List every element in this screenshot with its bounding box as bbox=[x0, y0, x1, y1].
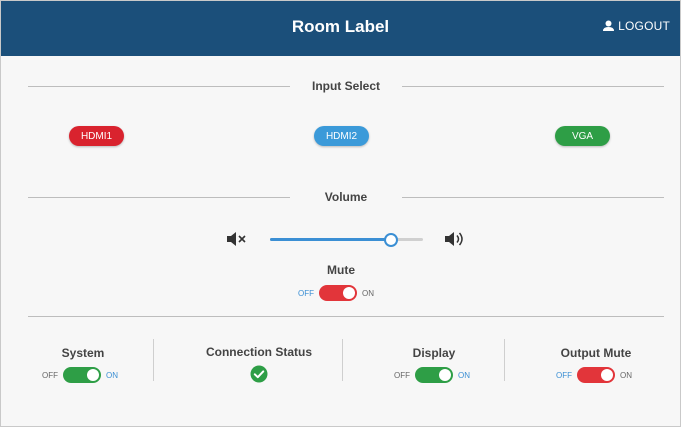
app-window: Room Label LOGOUT Input Select HDMI1 HDM… bbox=[0, 0, 681, 427]
system-toggle-knob bbox=[87, 369, 99, 381]
user-icon bbox=[603, 20, 615, 31]
mute-off-label: OFF bbox=[298, 288, 314, 298]
header-bar: Room Label LOGOUT bbox=[1, 1, 680, 56]
system-toggle[interactable] bbox=[63, 367, 101, 383]
vga-button[interactable]: VGA bbox=[555, 126, 610, 146]
system-off-label: OFF bbox=[42, 370, 58, 380]
system-label: System bbox=[61, 346, 105, 360]
status-separator-3 bbox=[504, 339, 505, 381]
connection-status-label: Connection Status bbox=[205, 345, 312, 359]
logout-label: LOGOUT bbox=[618, 19, 670, 33]
output-mute-label: Output Mute bbox=[560, 346, 632, 360]
display-toggle[interactable] bbox=[415, 367, 453, 383]
volume-up-icon[interactable] bbox=[444, 231, 466, 247]
mute-toggle-knob bbox=[343, 287, 355, 299]
logout-button[interactable]: LOGOUT bbox=[602, 19, 670, 33]
input-select-divider-right bbox=[402, 86, 664, 87]
volume-slider[interactable] bbox=[270, 232, 423, 247]
volume-divider-right bbox=[402, 197, 664, 198]
mute-toggle-group: OFF ON bbox=[298, 285, 374, 301]
output-mute-toggle-knob bbox=[601, 369, 613, 381]
system-toggle-group: OFF ON bbox=[42, 367, 118, 383]
mute-label: Mute bbox=[327, 263, 355, 277]
volume-slider-fill bbox=[270, 238, 391, 241]
output-mute-toggle-group: OFF ON bbox=[556, 367, 632, 383]
display-label: Display bbox=[412, 346, 456, 360]
mute-on-label: ON bbox=[362, 288, 374, 298]
hdmi1-button[interactable]: HDMI1 bbox=[69, 126, 124, 146]
status-separator-2 bbox=[342, 339, 343, 381]
room-title: Room Label bbox=[291, 17, 390, 36]
input-select-divider-left bbox=[28, 86, 290, 87]
input-select-title: Input Select bbox=[311, 79, 380, 93]
status-divider bbox=[28, 316, 664, 317]
display-on-label: ON bbox=[458, 370, 470, 380]
volume-divider-left bbox=[28, 197, 290, 198]
connection-check-icon bbox=[250, 365, 268, 383]
hdmi2-button[interactable]: HDMI2 bbox=[314, 126, 369, 146]
display-toggle-group: OFF ON bbox=[394, 367, 470, 383]
system-on-label: ON bbox=[106, 370, 118, 380]
output-mute-on-label: ON bbox=[620, 370, 632, 380]
output-mute-off-label: OFF bbox=[556, 370, 572, 380]
display-off-label: OFF bbox=[394, 370, 410, 380]
volume-slider-knob[interactable] bbox=[383, 233, 398, 247]
display-toggle-knob bbox=[439, 369, 451, 381]
status-separator-1 bbox=[153, 339, 154, 381]
volume-title: Volume bbox=[324, 190, 368, 204]
mute-toggle[interactable] bbox=[319, 285, 357, 301]
output-mute-toggle[interactable] bbox=[577, 367, 615, 383]
volume-mute-icon[interactable] bbox=[226, 231, 248, 247]
